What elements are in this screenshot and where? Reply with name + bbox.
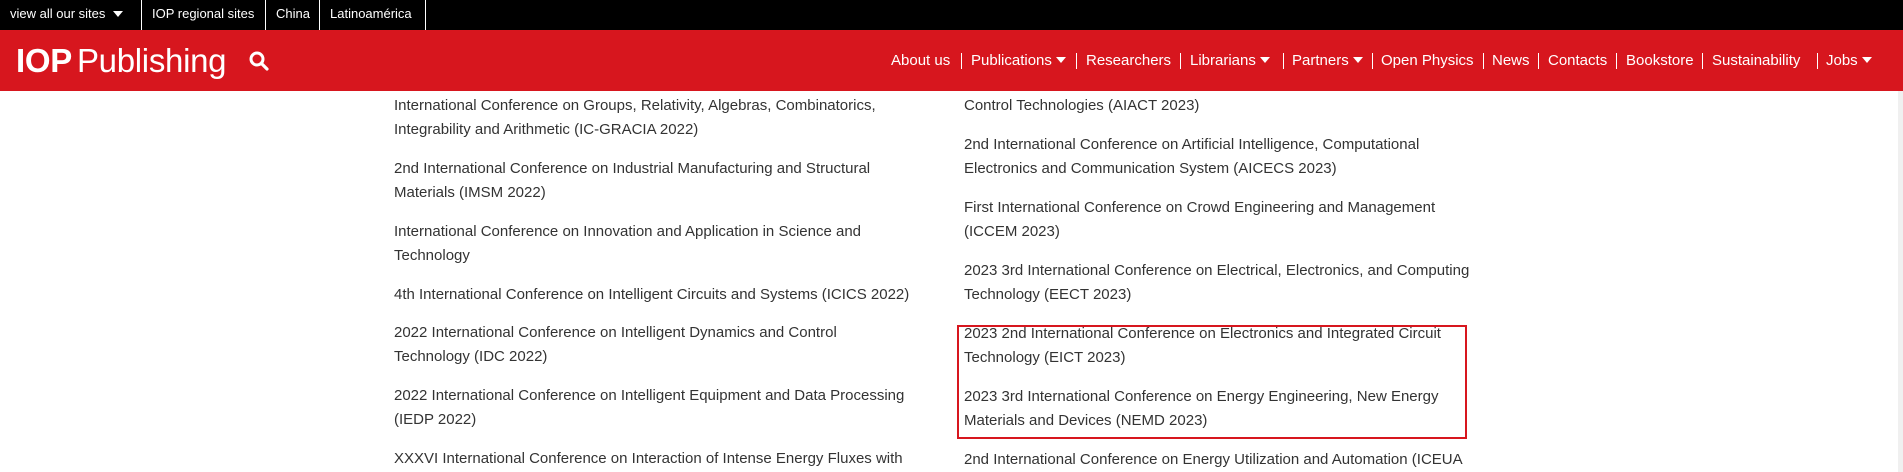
view-all-sites-label: view all our sites <box>10 6 106 21</box>
nav-divider <box>1702 53 1703 69</box>
logo-iop: IOP <box>16 42 72 79</box>
site-header <box>0 30 1903 91</box>
nav-sustainability[interactable]: Sustainability <box>1712 48 1800 74</box>
nav-librarians-label: Librarians <box>1190 52 1256 69</box>
conference-link[interactable]: 2022 International Conference on Intelli… <box>394 321 914 369</box>
latinoamerica-link[interactable]: Latinoamérica <box>330 0 412 30</box>
nav-divider <box>961 53 962 69</box>
conference-link[interactable]: 2nd International Conference on Industri… <box>394 157 914 205</box>
conference-link[interactable]: International Conference on Innovation a… <box>394 220 914 268</box>
topbar-divider <box>265 0 266 30</box>
logo-publishing: Publishing <box>76 42 227 79</box>
nav-researchers[interactable]: Researchers <box>1086 48 1171 74</box>
nav-jobs-label: Jobs <box>1826 52 1858 69</box>
nav-about-us[interactable]: About us <box>891 48 950 74</box>
conference-link[interactable]: First International Conference on Crowd … <box>964 196 1489 244</box>
conference-link[interactable]: 4th International Conference on Intellig… <box>394 283 914 307</box>
nav-jobs[interactable]: Jobs <box>1826 48 1872 74</box>
nav-partners[interactable]: Partners <box>1292 48 1363 74</box>
topbar-divider <box>141 0 142 30</box>
nav-divider <box>1616 53 1617 69</box>
conference-link[interactable]: 2023 4th International Conference on Art… <box>964 91 1489 118</box>
highlight-box <box>957 325 1467 439</box>
chevron-down-icon <box>1861 57 1872 64</box>
conference-link[interactable]: 2nd International Conference on Artifici… <box>964 133 1489 181</box>
nav-publications-label: Publications <box>971 52 1052 69</box>
regional-sites-bar: view all our sites IOP regional sites Ch… <box>0 0 1903 30</box>
topbar-divider <box>319 0 320 30</box>
topbar-divider <box>425 0 426 30</box>
iop-publishing-logo[interactable]: IOP Publishing <box>16 42 227 79</box>
chevron-down-icon <box>1259 57 1270 64</box>
nav-bookstore[interactable]: Bookstore <box>1626 48 1694 74</box>
view-all-sites-dropdown[interactable]: view all our sites <box>10 0 124 30</box>
conference-link[interactable]: 2022 International Conference on Intelli… <box>394 384 914 432</box>
nav-divider <box>1283 53 1284 69</box>
conference-link[interactable]: 2nd International Conference on Energy U… <box>964 448 1489 472</box>
nav-divider <box>1817 53 1818 69</box>
conference-link[interactable]: International Conference on Groups, Rela… <box>394 94 914 142</box>
nav-contacts[interactable]: Contacts <box>1548 48 1607 74</box>
nav-librarians[interactable]: Librarians <box>1190 48 1270 74</box>
nav-divider <box>1483 53 1484 69</box>
page-scrollbar[interactable] <box>1898 91 1903 472</box>
conference-link[interactable]: 2023 3rd International Conference on Ele… <box>964 259 1489 307</box>
nav-partners-label: Partners <box>1292 52 1349 69</box>
nav-divider <box>1076 53 1077 69</box>
conference-link[interactable]: XXXVI International Conference on Intera… <box>394 447 914 471</box>
nav-publications[interactable]: Publications <box>971 48 1066 74</box>
nav-divider <box>1180 53 1181 69</box>
conference-list: International Conference on Groups, Rela… <box>0 91 1903 472</box>
nav-open-physics[interactable]: Open Physics <box>1381 48 1474 74</box>
chevron-down-icon <box>1055 57 1066 64</box>
search-icon[interactable] <box>248 50 270 72</box>
nav-divider <box>1538 53 1539 69</box>
nav-news[interactable]: News <box>1492 48 1530 74</box>
china-link[interactable]: China <box>276 0 310 30</box>
chevron-down-icon <box>1352 57 1363 64</box>
chevron-down-icon <box>113 10 124 17</box>
nav-divider <box>1372 53 1373 69</box>
iop-regional-sites-link[interactable]: IOP regional sites <box>152 0 254 30</box>
